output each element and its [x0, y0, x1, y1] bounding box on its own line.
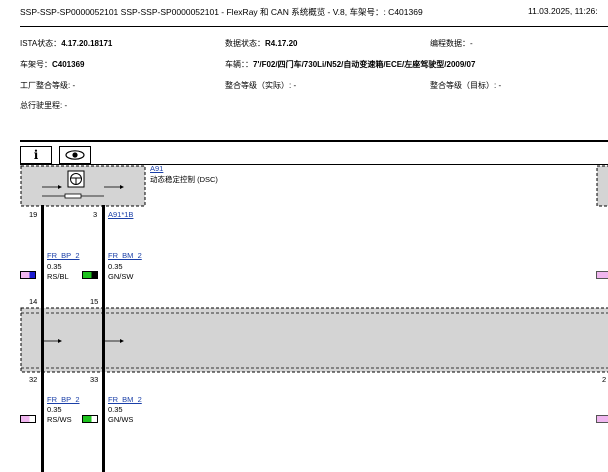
wire-bp	[41, 205, 44, 472]
wire-bm	[102, 205, 105, 472]
module-name: 动态稳定控制 (DSC)	[150, 175, 218, 184]
pin-number: 14	[29, 297, 38, 306]
pin-number: 3	[93, 210, 98, 219]
wire-color: RS/BL	[47, 272, 69, 281]
wire-color: GN/SW	[108, 272, 134, 281]
wire-color-swatch-rs-ws	[20, 415, 36, 423]
bus-module-box	[20, 307, 608, 373]
wire-color-swatch-edge	[596, 271, 608, 279]
steering-wheel-icon	[67, 170, 85, 188]
wire-size: 0.35	[108, 262, 123, 271]
pin-number: 15	[90, 297, 99, 306]
wire-color: RS/WS	[47, 415, 72, 424]
termination-resistor	[64, 193, 82, 199]
pin-number: 32	[29, 375, 38, 384]
pin-number: 2	[602, 375, 607, 384]
wire-name-link[interactable]: FR_BM_2	[108, 395, 142, 404]
wire-color-swatch-rs-bl	[20, 271, 36, 279]
wire-color-swatch-edge	[596, 415, 608, 423]
wire-size: 0.35	[47, 262, 62, 271]
adjacent-module-box	[596, 165, 608, 207]
wire-name-link[interactable]: FR_BM_2	[108, 251, 142, 260]
pin-number: 33	[90, 375, 99, 384]
wire-color: GN/WS	[108, 415, 134, 424]
pin-number: 19	[29, 210, 38, 219]
connector-link[interactable]: A91*1B	[108, 210, 133, 219]
wire-name-link[interactable]: FR_BP_2	[47, 251, 80, 260]
wire-size: 0.35	[47, 405, 62, 414]
wire-name-link[interactable]: FR_BP_2	[47, 395, 80, 404]
wire-size: 0.35	[108, 405, 123, 414]
wire-color-swatch-gn-ws	[82, 415, 98, 423]
wire-color-swatch-gn-sw	[82, 271, 98, 279]
wiring-diagram	[20, 165, 608, 373]
module-id-link[interactable]: A91	[150, 164, 163, 173]
